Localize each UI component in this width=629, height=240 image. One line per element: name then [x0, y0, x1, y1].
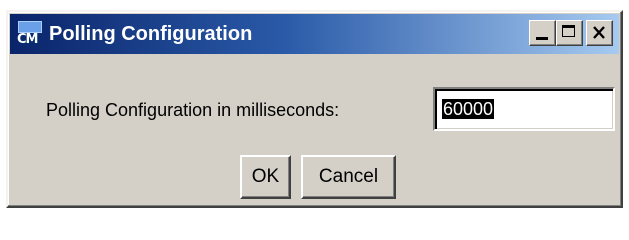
close-button[interactable] [586, 20, 613, 46]
polling-interval-label: Polling Configuration in milliseconds: [46, 100, 340, 120]
polling-configuration-dialog: CM Polling Configuration Polling Configu… [6, 10, 623, 208]
minimize-button[interactable] [529, 20, 556, 46]
window-title: Polling Configuration [49, 22, 253, 45]
close-icon [593, 26, 605, 39]
caption-buttons [529, 20, 613, 46]
cancel-button[interactable]: Cancel [301, 155, 396, 199]
app-cm-icon: CM [17, 21, 43, 47]
minimize-icon [536, 37, 548, 40]
polling-interval-value: 60000 [442, 99, 495, 119]
title-bar[interactable]: CM Polling Configuration [10, 14, 619, 54]
maximize-button[interactable] [556, 20, 583, 46]
ok-button[interactable]: OK [240, 155, 291, 199]
maximize-icon [562, 25, 575, 37]
polling-interval-input[interactable]: 60000 [433, 87, 615, 131]
